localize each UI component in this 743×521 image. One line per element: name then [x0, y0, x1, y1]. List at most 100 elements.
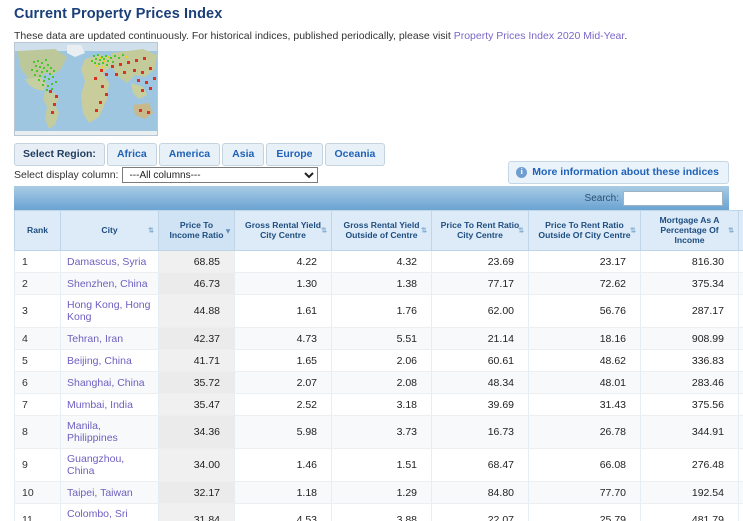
cell-gross-rental-yield-city-centre: 1.65 [234, 349, 332, 372]
cell-mortgage-as-a-percentage-of-income: 816.30 [640, 250, 739, 273]
city-link[interactable]: Mumbai, India [67, 399, 133, 411]
region-button-europe[interactable]: Europe [266, 143, 323, 166]
cell-mortgage-as-a-percentage-of-income: 481.79 [640, 503, 739, 521]
cell-city: Shanghai, China [60, 371, 159, 394]
cell-rank: 11 [14, 503, 61, 521]
cell-gross-rental-yield-outside-of-centre: 5.51 [331, 327, 432, 350]
city-link[interactable]: Shenzhen, China [67, 278, 148, 290]
cell-price-to-rent-ratio-city-centre: 62.00 [431, 294, 529, 328]
city-link[interactable]: Colombo, Sri Lanka [67, 508, 128, 521]
cell-gross-rental-yield-outside-of-centre: 4.32 [331, 250, 432, 273]
column-header-city-label: City [101, 225, 118, 235]
cell-rank: 8 [14, 415, 61, 449]
cell-mortgage-as-a-percentage-of-income: 276.48 [640, 448, 739, 482]
city-link[interactable]: Beijing, China [67, 355, 132, 367]
cell-price-to-rent-ratio-outside-of-city-centre: 56.76 [528, 294, 641, 328]
cell-mortgage-as-a-percentage-of-income: 344.91 [640, 415, 739, 449]
region-button-asia[interactable]: Asia [222, 143, 265, 166]
table-row[interactable]: 10 Taipei, Taiwan 32.17 1.18 1.29 84.80 77.70 1… [14, 481, 743, 504]
cell-gross-rental-yield-city-centre: 1.46 [234, 448, 332, 482]
cell-rank: 3 [14, 294, 61, 328]
column-header-rank[interactable]: Rank [14, 210, 61, 251]
cell-price-to-income-ratio: 41.71 [158, 349, 235, 372]
city-link[interactable]: Damascus, Syria [67, 256, 146, 268]
sort-both-icon: ⇅ [728, 227, 734, 234]
column-header-price-to-income-ratio-label: Price To Income Ratio [169, 220, 224, 240]
city-link[interactable]: Manila, Philippines [67, 420, 118, 444]
intro-suffix: . [624, 30, 628, 42]
sort-both-icon: ⇅ [421, 227, 427, 234]
cell-price-to-income-ratio: 68.85 [158, 250, 235, 273]
region-button-america[interactable]: America [158, 143, 221, 166]
cell-mortgage-as-a-percentage-of-income: 283.46 [640, 371, 739, 394]
table-header-row: Rank City ⇅ Price To Income Ratio ▾ Gros… [14, 210, 743, 251]
display-column-select[interactable]: ---All columns--- [122, 167, 319, 183]
table-row[interactable]: 8 Manila, Philippines 34.36 5.98 3.73 16.73 26… [14, 415, 743, 449]
region-selector-label: Select Region: [14, 143, 105, 166]
city-link[interactable]: Shanghai, China [67, 377, 145, 389]
cell-price-to-rent-ratio-outside-of-city-centre: 66.08 [528, 448, 641, 482]
historical-index-link[interactable]: Property Prices Index 2020 Mid-Year [454, 30, 625, 42]
column-header-gross-rental-yield-city-centre[interactable]: Gross Rental Yield City Centre ⇅ [234, 210, 332, 251]
cell-rank: 9 [14, 448, 61, 482]
region-button-africa[interactable]: Africa [106, 143, 157, 166]
city-link[interactable]: Tehran, Iran [67, 333, 123, 345]
cell-affordability-index: 0.12 [738, 250, 743, 273]
cell-price-to-rent-ratio-city-centre: 21.14 [431, 327, 529, 350]
cell-affordability-index: 0.52 [738, 481, 743, 504]
cell-gross-rental-yield-city-centre: 4.22 [234, 250, 332, 273]
column-header-city[interactable]: City ⇅ [60, 210, 159, 251]
cell-price-to-income-ratio: 44.88 [158, 294, 235, 328]
cell-mortgage-as-a-percentage-of-income: 908.99 [640, 327, 739, 350]
table-row[interactable]: 5 Beijing, China 41.71 1.65 2.06 60.61 48.62 33… [14, 349, 743, 372]
cell-price-to-rent-ratio-city-centre: 39.69 [431, 393, 529, 416]
cell-price-to-rent-ratio-city-centre: 22.07 [431, 503, 529, 521]
cell-gross-rental-yield-outside-of-centre: 2.06 [331, 349, 432, 372]
cell-rank: 10 [14, 481, 61, 504]
display-column-row: Select display column: ---All columns--- [14, 167, 319, 183]
table-row[interactable]: 7 Mumbai, India 35.47 2.52 3.18 39.69 31.43 375… [14, 393, 743, 416]
column-header-affordability-index[interactable]: Affordability Index ⇅ [738, 210, 743, 251]
table-row[interactable]: 3 Hong Kong, Hong Kong 44.88 1.61 1.76 62.00 5… [14, 294, 743, 328]
more-information-button[interactable]: i More information about these indices [508, 161, 729, 184]
cell-gross-rental-yield-outside-of-centre: 3.73 [331, 415, 432, 449]
city-link[interactable]: Taipei, Taiwan [67, 487, 133, 499]
cell-price-to-rent-ratio-city-centre: 60.61 [431, 349, 529, 372]
column-header-mortgage-as-a-percentage-of-income[interactable]: Mortgage As A Percentage Of Income ⇅ [640, 210, 739, 251]
column-header-price-to-income-ratio[interactable]: Price To Income Ratio ▾ [158, 210, 235, 251]
display-column-label: Select display column: [14, 169, 119, 181]
property-prices-table: Rank City ⇅ Price To Income Ratio ▾ Gros… [14, 210, 743, 521]
sort-desc-icon: ▾ [225, 226, 230, 235]
cell-gross-rental-yield-city-centre: 2.07 [234, 371, 332, 394]
city-link[interactable]: Guangzhou, China [67, 453, 124, 477]
intro-text: These data are updated continuously. For… [0, 22, 743, 42]
sort-both-icon: ⇅ [518, 227, 524, 234]
region-button-oceania[interactable]: Oceania [324, 143, 386, 166]
sort-both-icon: ⇅ [148, 227, 154, 234]
cell-gross-rental-yield-outside-of-centre: 3.18 [331, 393, 432, 416]
table-row[interactable]: 11 Colombo, Sri Lanka 31.844.533.8822.0725… [14, 503, 743, 521]
table-row[interactable]: 9 Guangzhou, China 34.00 1.46 1.51 68.47 66.08… [14, 448, 743, 482]
cell-mortgage-as-a-percentage-of-income: 336.83 [640, 349, 739, 372]
cell-city: Manila, Philippines [60, 415, 159, 449]
cell-affordability-index: 0.30 [738, 349, 743, 372]
cell-price-to-income-ratio: 35.47 [158, 393, 235, 416]
world-map-thumbnail[interactable] [14, 42, 158, 136]
cell-rank: 2 [14, 272, 61, 295]
table-row[interactable]: 4 Tehran, Iran 42.37 4.73 5.51 21.14 18.16 908.… [14, 327, 743, 350]
table-row[interactable]: 2 Shenzhen, China 46.73 1.30 1.38 77.17 72.62 3… [14, 272, 743, 295]
cell-gross-rental-yield-outside-of-centre: 1.76 [331, 294, 432, 328]
column-header-gross-rental-yield-outside-of-centre[interactable]: Gross Rental Yield Outside of Centre ⇅ [331, 210, 432, 251]
cell-price-to-rent-ratio-city-centre: 68.47 [431, 448, 529, 482]
table-row[interactable]: 6 Shanghai, China 35.72 2.07 2.08 48.34 48.01 2… [14, 371, 743, 394]
table-row[interactable]: 1 Damascus, Syria 68.85 4.22 4.32 23.69 23.17 8… [14, 250, 743, 273]
cell-gross-rental-yield-outside-of-centre: 3.88 [331, 503, 432, 521]
column-header-price-to-rent-ratio-outside-of-city-centre[interactable]: Price To Rent Ratio Outside Of City Cent… [528, 210, 641, 251]
cell-rank: 6 [14, 371, 61, 394]
city-link[interactable]: Hong Kong, Hong Kong [67, 299, 150, 323]
column-header-price-to-rent-ratio-city-centre[interactable]: Price To Rent Ratio City Centre ⇅ [431, 210, 529, 251]
cell-gross-rental-yield-outside-of-centre: 2.08 [331, 371, 432, 394]
search-input[interactable] [623, 190, 723, 206]
cell-mortgage-as-a-percentage-of-income: 375.34 [640, 272, 739, 295]
cell-city: Taipei, Taiwan [60, 481, 159, 504]
